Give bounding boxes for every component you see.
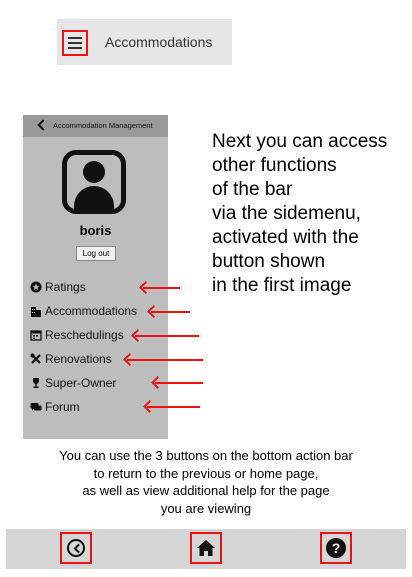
calendar-icon bbox=[30, 329, 42, 341]
hamburger-menu-icon bbox=[68, 37, 82, 49]
instruction-line: Next you can access bbox=[212, 131, 388, 152]
back-arrow-icon[interactable] bbox=[37, 119, 49, 131]
pointer-arrow bbox=[143, 287, 180, 289]
sidebar-item-label: Reschedulings bbox=[45, 328, 124, 342]
sidebar-item-label: Ratings bbox=[45, 280, 86, 294]
bottom-action-bar: ? bbox=[6, 529, 406, 569]
side-menu-title: Accommodation Management bbox=[53, 121, 153, 130]
instruction-line: other functions bbox=[212, 155, 337, 176]
help-icon: ? bbox=[326, 538, 346, 558]
explanation-line: to return to the previous or home page, bbox=[93, 465, 319, 481]
sidebar-item-accommodations[interactable]: Accommodations bbox=[30, 304, 137, 318]
chat-icon bbox=[30, 401, 42, 413]
app-top-bar: Accommodations bbox=[57, 19, 232, 65]
pointer-arrow bbox=[127, 359, 203, 361]
explanation-line: you are viewing bbox=[160, 500, 252, 516]
instruction-line: in the first image bbox=[212, 275, 352, 296]
sidebar-item-super-owner[interactable]: Super-Owner bbox=[30, 376, 116, 390]
logout-button[interactable]: Log out bbox=[76, 246, 116, 261]
action-bar-explanation: You can use the 3 buttons on the bottom … bbox=[0, 447, 412, 517]
star-circle-icon bbox=[30, 281, 42, 293]
username: boris bbox=[79, 223, 112, 238]
home-icon bbox=[197, 540, 215, 556]
instruction-line: via the sidemenu, bbox=[212, 203, 361, 224]
back-button[interactable] bbox=[60, 532, 92, 564]
page-title: Accommodations bbox=[105, 34, 213, 50]
instruction-line: of the bar bbox=[212, 179, 293, 200]
pointer-arrow bbox=[151, 311, 190, 313]
buildings-icon bbox=[30, 305, 42, 317]
side-menu-header: Accommodation Management bbox=[23, 115, 168, 137]
back-circle-icon bbox=[67, 539, 85, 557]
trophy-icon bbox=[30, 377, 42, 389]
home-button[interactable] bbox=[190, 532, 222, 564]
sidebar-item-ratings[interactable]: Ratings bbox=[30, 280, 86, 294]
sidebar-item-reschedulings[interactable]: Reschedulings bbox=[30, 328, 124, 342]
pointer-arrow bbox=[135, 335, 199, 337]
sidebar-item-forum[interactable]: Forum bbox=[30, 400, 80, 414]
sidebar-item-label: Super-Owner bbox=[45, 376, 117, 390]
sidebar-item-label: Accommodations bbox=[45, 304, 138, 318]
side-menu-panel: Accommodation Management boris Log out R… bbox=[23, 115, 168, 439]
explanation-line: You can use the 3 buttons on the bottom … bbox=[59, 448, 353, 463]
pointer-arrow bbox=[147, 406, 200, 408]
avatar bbox=[62, 150, 126, 214]
menu-button[interactable] bbox=[62, 30, 88, 56]
instruction-line: button shown bbox=[212, 251, 326, 272]
sidebar-item-label: Forum bbox=[45, 400, 80, 414]
help-button[interactable]: ? bbox=[320, 532, 352, 564]
pointer-arrow bbox=[155, 382, 203, 384]
tools-icon bbox=[30, 353, 42, 365]
instruction-text: Next you can access other functions of t… bbox=[212, 130, 407, 298]
sidebar-item-renovations[interactable]: Renovations bbox=[30, 352, 112, 366]
sidebar-item-label: Renovations bbox=[45, 352, 112, 366]
explanation-line: as well as view additional help for the … bbox=[82, 483, 330, 498]
instruction-line: activated with the bbox=[212, 227, 359, 248]
